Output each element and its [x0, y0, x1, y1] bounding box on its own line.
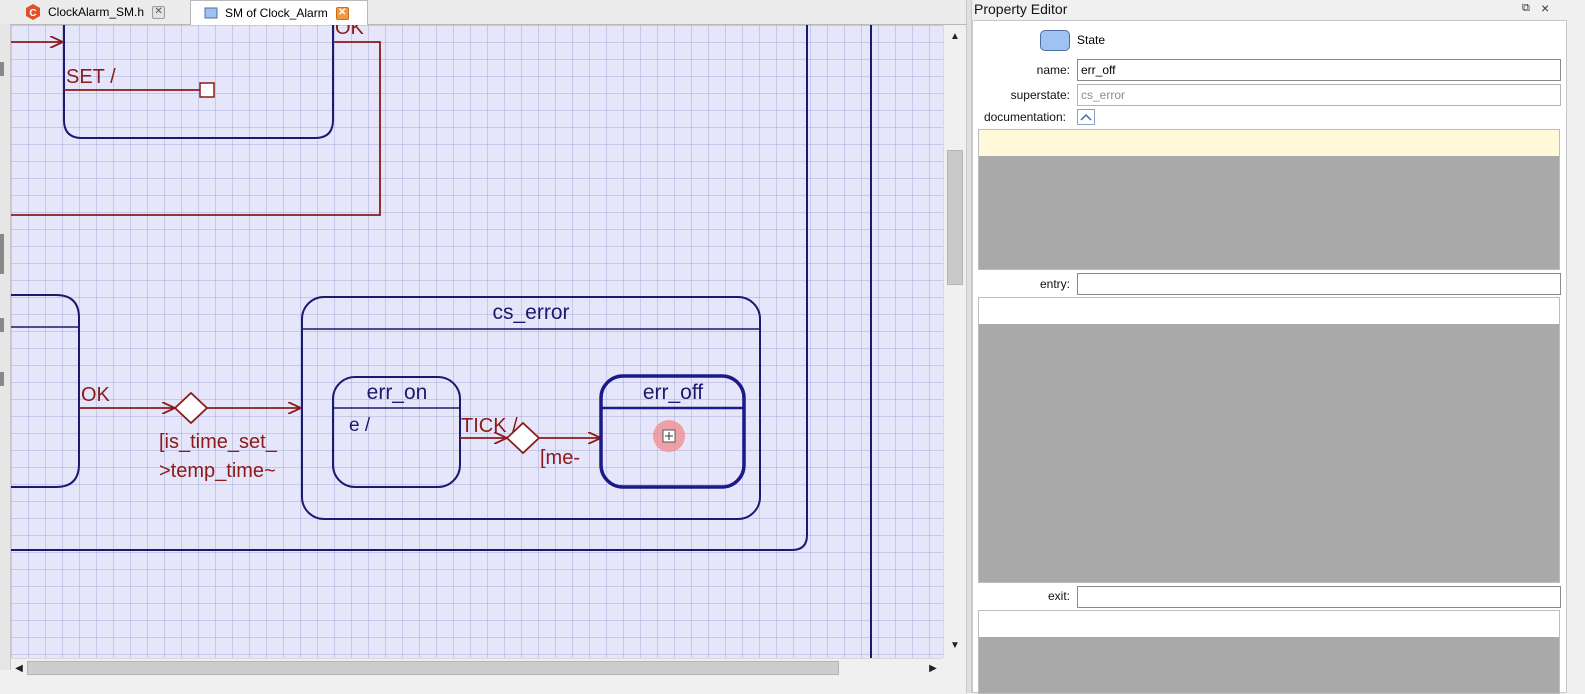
gutter-marker [0, 372, 4, 386]
tick-label: TICK / [461, 415, 518, 437]
property-form: State name: superstate: cs_error documen… [972, 20, 1567, 694]
editor-first-line [979, 611, 1559, 637]
err-off-title: err_off [643, 381, 703, 404]
tab-sm-of-clock-alarm[interactable]: SM of Clock_Alarm ✕ [190, 0, 368, 25]
guard-line-2: >temp_time~ [159, 460, 276, 482]
err-on-entry-action: e / [349, 415, 371, 436]
state-machine-diagram: SET / OK OK [is_time_set_ >temp_time~ cs… [11, 25, 872, 658]
close-icon[interactable]: ✕ [152, 5, 166, 19]
tab-label: ClockAlarm_SM.h [48, 5, 145, 19]
panel-title: Property Editor [974, 1, 1068, 17]
scroll-left-icon[interactable]: ◀ [11, 660, 27, 676]
entry-field[interactable] [1077, 273, 1561, 295]
set-label: SET / [66, 66, 116, 88]
exit-code-editor[interactable] [978, 610, 1560, 694]
name-label: name: [1036, 63, 1070, 77]
exit-label: exit: [1047, 589, 1070, 603]
close-icon[interactable]: × [1541, 0, 1549, 16]
ok-label: OK [81, 384, 111, 406]
documentation-label: documentation: [983, 110, 1066, 124]
collapse-documentation-button[interactable] [1077, 109, 1095, 125]
element-type-label: State [1077, 33, 1106, 47]
exit-field[interactable] [1077, 586, 1561, 608]
choice-diamond [173, 391, 209, 425]
restore-window-icon[interactable]: ⧉ [1522, 2, 1530, 15]
status-area [0, 677, 966, 693]
guard-line-1: [is_time_set_ [159, 431, 278, 453]
scroll-down-icon[interactable]: ▼ [947, 637, 963, 653]
scrollbar-thumb[interactable] [947, 150, 963, 285]
internal-transition-marker [199, 82, 215, 98]
gutter-marker [0, 62, 4, 76]
superstate-label: superstate: [1010, 88, 1070, 102]
diagram-canvas[interactable]: SET / OK OK [is_time_set_ >temp_time~ cs… [11, 25, 943, 658]
c-file-icon: C [26, 4, 40, 20]
chevron-up-icon [1080, 113, 1092, 121]
left-state-border [11, 294, 80, 488]
superstate-field: cs_error [1077, 84, 1561, 106]
entry-label: entry: [1039, 277, 1070, 291]
close-icon[interactable]: ✕ [335, 6, 349, 20]
scroll-up-icon[interactable]: ▲ [947, 28, 963, 44]
gutter-marker [0, 318, 4, 332]
entry-code-editor[interactable] [978, 297, 1560, 583]
name-field[interactable] [1077, 59, 1561, 81]
state-type-icon [1040, 30, 1070, 51]
current-line-highlight [979, 130, 1559, 156]
ok-top-label: OK [335, 25, 365, 39]
tab-label: SM of Clock_Alarm [225, 6, 328, 20]
property-editor-panel: Property Editor ⧉ × State name: supersta… [972, 0, 1585, 694]
cs-error-title: cs_error [492, 301, 569, 324]
tab-clockalarm-sm-h[interactable]: C ClockAlarm_SM.h ✕ [14, 0, 184, 24]
documentation-editor[interactable] [978, 129, 1560, 270]
outer-state-border [11, 25, 808, 551]
diagram-vertical-scrollbar[interactable]: ▲ ▼ [943, 25, 967, 658]
scroll-right-icon[interactable]: ▶ [925, 660, 941, 676]
svg-text:C: C [29, 8, 36, 19]
err-on-title: err_on [367, 381, 428, 404]
diagram-icon [204, 7, 218, 19]
scrollbar-thumb[interactable] [27, 661, 839, 675]
editor-tab-bar: C ClockAlarm_SM.h ✕ SM of Clock_Alarm ✕ [0, 0, 966, 25]
property-editor-scrollbar[interactable] [1567, 20, 1585, 693]
editor-first-line [979, 298, 1559, 324]
me-guard-label: [me- [540, 447, 580, 469]
left-gutter [0, 24, 11, 670]
diagram-horizontal-scrollbar[interactable]: ◀ ▶ [11, 658, 943, 678]
gutter-marker [0, 234, 4, 274]
